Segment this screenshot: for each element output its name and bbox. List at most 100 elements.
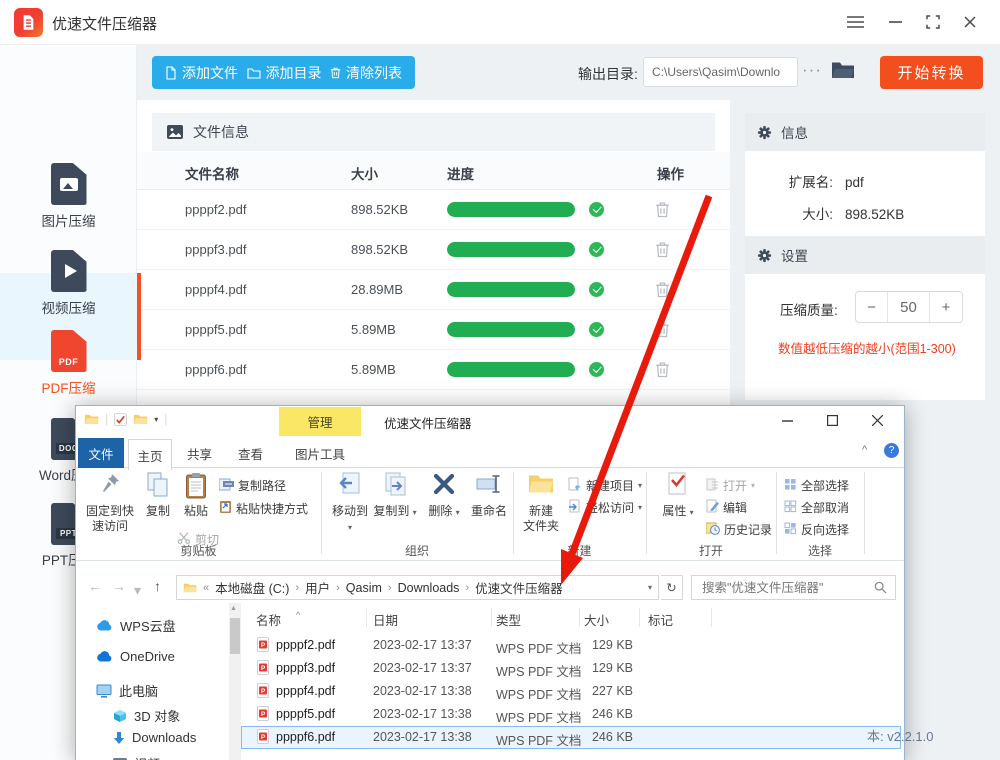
invert-selection-button[interactable]: 反向选择 (784, 521, 849, 538)
address-dropdown-icon[interactable]: ▾ (648, 583, 652, 592)
quality-value[interactable]: 50 (888, 292, 929, 322)
col-name[interactable]: 名称 (256, 610, 281, 629)
pin-quick-access-button[interactable]: 固定到快速访问 (82, 472, 138, 534)
nav-item-3d-objects[interactable]: 3D 对象 (113, 706, 180, 725)
explorer-file-row[interactable]: P ppppf6.pdf 2023-02-17 13:38 WPS PDF 文档… (241, 726, 901, 749)
history-dropdown-icon[interactable]: ▾ (134, 582, 141, 599)
explorer-file-row[interactable]: P ppppf5.pdf 2023-02-17 13:38 WPS PDF 文档… (241, 703, 901, 726)
search-input[interactable] (700, 580, 874, 596)
explorer-file-size: 129 KB (573, 638, 633, 652)
delete-file-button[interactable] (655, 360, 670, 381)
edit-button[interactable]: 编辑 (706, 499, 747, 516)
open-button[interactable]: 打开 ▾ (706, 477, 755, 494)
copy-to-button[interactable]: 复制到 ▾ (373, 472, 417, 520)
info-section-header: 信息 (745, 113, 985, 151)
nav-item-this-pc[interactable]: 此电脑 (96, 681, 158, 700)
move-to-button[interactable]: 移动到 ▾ (329, 472, 371, 535)
clear-list-button[interactable]: 清除列表 (330, 63, 402, 83)
nav-scrollbar[interactable]: ▲ (229, 603, 241, 760)
up-icon[interactable]: ↑ (154, 578, 161, 594)
file-row: ppppf4.pdf 28.89MB (137, 270, 730, 310)
explorer-file-row[interactable]: P ppppf3.pdf 2023-02-17 13:37 WPS PDF 文档… (241, 657, 901, 680)
output-dir-input[interactable] (643, 57, 798, 87)
explorer-file-row[interactable]: P ppppf4.pdf 2023-02-17 13:38 WPS PDF 文档… (241, 680, 901, 703)
explorer-file-row[interactable]: P ppppf2.pdf 2023-02-17 13:37 WPS PDF 文档… (241, 634, 901, 657)
breadcrumb-crumb[interactable]: Qasim (346, 581, 382, 595)
sidebar-item-video-compress[interactable]: 视频压缩 (0, 250, 137, 317)
select-none-button[interactable]: 全部取消 (784, 499, 849, 516)
col-size[interactable]: 大小 (584, 610, 609, 629)
history-button[interactable]: 历史记录 (706, 521, 772, 538)
add-file-button[interactable]: 添加文件 (165, 63, 238, 83)
col-type[interactable]: 类型 (496, 610, 521, 629)
folder-icon[interactable] (133, 413, 148, 425)
new-folder-button[interactable]: 新建 文件夹 (519, 472, 563, 534)
help-icon[interactable]: ? (884, 443, 899, 458)
col-file-name: 文件名称 (185, 163, 239, 183)
breadcrumb-crumb[interactable]: 用户 (305, 578, 330, 597)
wps-pdf-file-icon: P (257, 683, 269, 701)
scroll-up-icon[interactable]: ▲ (230, 605, 237, 612)
delete-button[interactable]: 删除 ▾ (425, 472, 463, 520)
delete-file-button[interactable] (655, 280, 670, 301)
folder-icon[interactable] (84, 413, 99, 425)
search-icon[interactable] (874, 581, 887, 594)
maximize-icon[interactable] (921, 10, 945, 34)
select-all-button[interactable]: 全部选择 (784, 477, 849, 494)
easy-access-button[interactable]: 轻松访问 ▾ (568, 499, 642, 516)
col-tags[interactable]: 标记 (648, 610, 673, 629)
nav-item-wps-cloud[interactable]: WPS云盘 (96, 616, 176, 635)
open-folder-icon[interactable] (832, 61, 854, 83)
properties-button[interactable]: 属性 ▾ (658, 472, 698, 520)
tab-home[interactable]: 主页 (128, 439, 172, 470)
quality-stepper: − 50 + (855, 291, 963, 323)
close-icon[interactable] (958, 10, 982, 34)
manage-tab[interactable]: 管理 (279, 407, 361, 436)
col-date[interactable]: 日期 (373, 610, 398, 629)
quality-decrease-button[interactable]: − (856, 292, 888, 322)
qat-dropdown-icon[interactable]: ▾ (154, 415, 158, 424)
breadcrumb-crumb[interactable]: 优速文件压缩器 (475, 578, 563, 597)
delete-file-button[interactable] (655, 200, 670, 221)
delete-file-button[interactable] (655, 320, 670, 341)
tab-view[interactable]: 查看 (228, 439, 273, 468)
new-item-icon (568, 477, 582, 494)
refresh-icon[interactable]: ↻ (661, 575, 683, 600)
paste-button[interactable]: 粘贴 (177, 472, 215, 519)
copy-path-button[interactable]: 复制路径 (219, 477, 286, 494)
explorer-close-icon[interactable] (856, 406, 898, 435)
ribbon-collapse-icon[interactable]: ^ (862, 444, 867, 456)
quality-increase-button[interactable]: + (929, 292, 962, 322)
breadcrumb-crumb[interactable]: Downloads (398, 581, 460, 595)
breadcrumb-crumb[interactable]: 本地磁盘 (C:) (215, 578, 289, 597)
forward-icon[interactable]: → (112, 578, 126, 594)
sidebar-item-image-compress[interactable]: 图片压缩 (0, 163, 137, 230)
file-row: ppppf6.pdf 5.89MB (137, 350, 730, 390)
start-convert-button[interactable]: 开始转换 (880, 56, 983, 89)
new-item-button[interactable]: 新建项目 ▾ (568, 477, 642, 494)
tab-picture-tools[interactable]: 图片工具 (279, 439, 361, 468)
wps-pdf-file-icon: P (257, 660, 269, 678)
paste-shortcut-button[interactable]: 粘贴快捷方式 (219, 499, 308, 517)
browse-more-button[interactable]: ··· (802, 60, 822, 80)
nav-item-onedrive[interactable]: OneDrive (96, 649, 175, 664)
delete-file-button[interactable] (655, 240, 670, 261)
tab-share[interactable]: 共享 (177, 439, 222, 468)
add-folder-button[interactable]: 添加目录 (247, 63, 322, 83)
copy-button[interactable]: 复制 (140, 472, 176, 519)
check-icon[interactable] (114, 413, 127, 426)
nav-item-downloads[interactable]: Downloads (113, 730, 196, 745)
col-action: 操作 (657, 163, 684, 183)
rename-button[interactable]: 重命名 (466, 472, 512, 519)
back-icon[interactable]: ← (88, 578, 102, 594)
nav-item-videos[interactable]: 视频 (113, 754, 160, 760)
explorer-maximize-icon[interactable] (811, 406, 853, 435)
menu-icon[interactable] (843, 10, 867, 34)
svg-text:P: P (261, 734, 266, 741)
explorer-minimize-icon[interactable] (766, 406, 808, 435)
minimize-icon[interactable] (883, 10, 907, 34)
cloud-icon (96, 620, 113, 631)
sidebar-item-pdf-compress[interactable]: PDF PDF压缩 (0, 330, 137, 397)
scrollbar-thumb[interactable] (230, 618, 240, 654)
tab-file[interactable]: 文件 (78, 438, 124, 468)
